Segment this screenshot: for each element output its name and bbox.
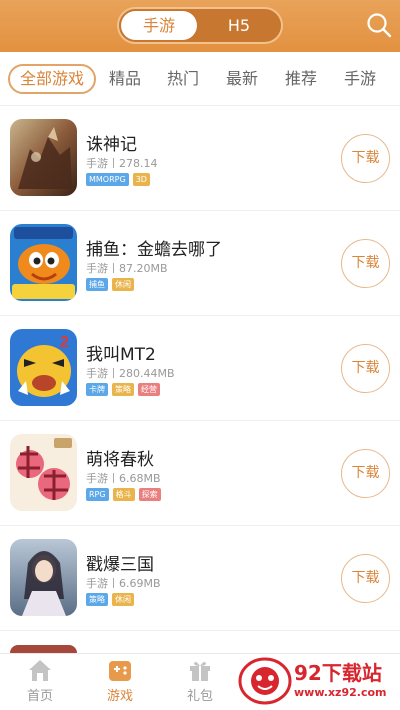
game-type: 手游 — [86, 262, 108, 275]
game-title: 萌将春秋 — [86, 450, 154, 470]
tab-newest[interactable]: 最新 — [222, 64, 262, 94]
list-item[interactable]: 萌将春秋 手游 6.68MB RPG 格斗 探索 下载 — [0, 421, 400, 526]
game-size: 6.69MB — [119, 577, 161, 590]
tag-badge: RPG — [86, 488, 109, 501]
watermark-logo-icon — [238, 657, 292, 705]
tag-list: MMORPG 3D — [86, 173, 154, 186]
gift-icon — [190, 661, 210, 681]
site-watermark: 92下载站 www.xz92.com — [236, 653, 400, 710]
game-size: 6.68MB — [119, 472, 161, 485]
watermark-url: www.xz92.com — [294, 686, 387, 699]
tab-games[interactable]: 游戏 — [90, 658, 150, 708]
tag-list: 捕鱼 休闲 — [86, 278, 138, 291]
game-type: 手游 — [86, 157, 108, 170]
game-title: 我叫MT2 — [86, 345, 156, 365]
tag-badge: 策略 — [86, 593, 108, 606]
game-icon-chuobao[interactable] — [10, 539, 77, 616]
list-item[interactable]: 诛神记 手游 278.14 MMORPG 3D 下载 — [0, 106, 400, 211]
tab-featured[interactable]: 精品 — [105, 64, 145, 94]
platform-switch: 手游 H5 — [117, 7, 283, 44]
tab-home[interactable]: 首页 — [10, 658, 70, 708]
tab-mobile[interactable]: 手游 — [340, 64, 380, 94]
game-meta: 手游 6.68MB — [86, 470, 161, 486]
tag-badge: 经营 — [138, 383, 160, 396]
game-type: 手游 — [86, 367, 108, 380]
download-button[interactable]: 下载 — [341, 134, 390, 183]
tag-badge: 捕鱼 — [86, 278, 108, 291]
download-button[interactable]: 下载 — [341, 344, 390, 393]
tag-badge: 卡牌 — [86, 383, 108, 396]
game-size: 87.20MB — [119, 262, 168, 275]
top-bar: 手游 H5 — [0, 0, 400, 52]
download-button[interactable]: 下载 — [341, 239, 390, 288]
gamepad-icon — [109, 661, 131, 681]
tag-badge: 3D — [132, 173, 150, 186]
game-size: 278.14 — [119, 157, 158, 170]
game-icon-zhushenji[interactable] — [10, 119, 77, 196]
home-icon — [29, 660, 51, 681]
meta-divider — [113, 578, 114, 588]
game-title: 捕鱼：金蟾去哪了 — [86, 240, 222, 260]
tag-badge: MMORPG — [86, 173, 129, 186]
tab-recommended[interactable]: 推荐 — [281, 64, 321, 94]
tag-badge: 休闲 — [112, 278, 134, 291]
list-item[interactable]: 捕鱼：金蟾去哪了 手游 87.20MB 捕鱼 休闲 下载 — [0, 211, 400, 316]
tab-gifts-label: 礼包 — [186, 689, 213, 704]
svg-text:2: 2 — [60, 334, 69, 351]
list-item[interactable]: 戳爆三国 手游 6.69MB 策略 休闲 下载 — [0, 526, 400, 631]
game-icon-mt2[interactable]: 2 — [10, 329, 77, 406]
game-meta: 手游 6.69MB — [86, 575, 161, 591]
segment-mobile-games[interactable]: 手游 — [121, 11, 197, 40]
game-meta: 手游 87.20MB — [86, 260, 168, 276]
game-type: 手游 — [86, 577, 108, 590]
list-item[interactable]: 2 我叫MT2 手游 280.44MB 卡牌 策略 经营 下载 — [0, 316, 400, 421]
tab-gifts[interactable]: 礼包 — [170, 658, 230, 708]
game-list: 诛神记 手游 278.14 MMORPG 3D 下载 捕鱼：金蟾去哪了 手游 87.2… — [0, 106, 400, 631]
game-title: 戳爆三国 — [86, 555, 154, 575]
watermark-title: 92下载站 — [294, 661, 382, 685]
game-type: 手游 — [86, 472, 108, 485]
tab-hot[interactable]: 热门 — [163, 64, 203, 94]
tab-home-label: 首页 — [26, 689, 53, 704]
meta-divider — [113, 473, 114, 483]
tab-all-games[interactable]: 全部游戏 — [8, 64, 96, 94]
game-meta: 手游 280.44MB — [86, 365, 175, 381]
category-tabs: 全部游戏 精品 热门 最新 推荐 手游 — [0, 52, 400, 106]
game-size: 280.44MB — [119, 367, 175, 380]
tab-games-label: 游戏 — [106, 689, 133, 704]
meta-divider — [113, 263, 114, 273]
tag-list: 策略 休闲 — [86, 593, 138, 606]
tag-badge: 格斗 — [112, 488, 135, 501]
search-icon[interactable] — [364, 10, 394, 40]
meta-divider — [113, 368, 114, 378]
game-icon-mengjiang[interactable] — [10, 434, 77, 511]
download-button[interactable]: 下载 — [341, 554, 390, 603]
tag-badge: 策略 — [112, 383, 134, 396]
tag-list: RPG 格斗 探索 — [86, 488, 165, 501]
game-meta: 手游 278.14 — [86, 155, 158, 171]
download-button[interactable]: 下载 — [341, 449, 390, 498]
meta-divider — [113, 158, 114, 168]
segment-h5[interactable]: H5 — [199, 11, 279, 40]
game-title: 诛神记 — [86, 135, 137, 155]
tag-badge: 休闲 — [112, 593, 134, 606]
tag-list: 卡牌 策略 经营 — [86, 383, 164, 396]
game-icon-fishing[interactable] — [10, 224, 77, 301]
tag-badge: 探索 — [138, 488, 161, 501]
